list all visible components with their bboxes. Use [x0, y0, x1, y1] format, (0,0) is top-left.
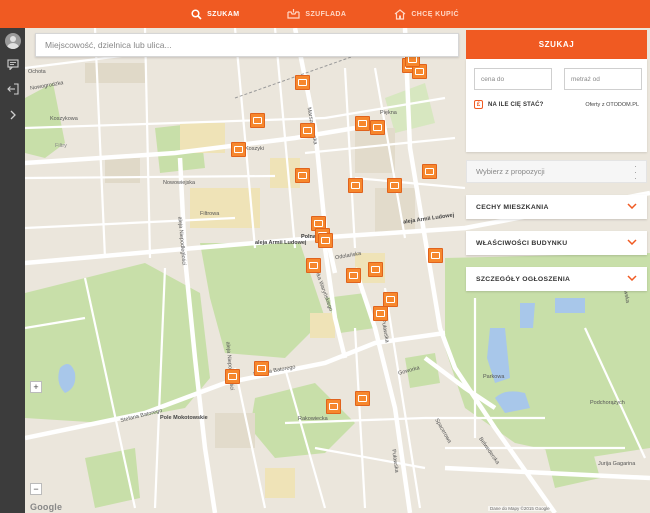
filter-panel: SZUKAJ £ NA ILE CIĘ STAĆ? Oferty z OTODO… — [466, 30, 647, 291]
listing-pin[interactable] — [428, 248, 443, 263]
map-label: Polna — [301, 234, 316, 240]
listing-pin[interactable] — [368, 262, 383, 277]
zoom-in-button[interactable]: + — [30, 381, 42, 393]
listing-pin[interactable] — [318, 233, 333, 248]
proposals-select[interactable]: Wybierz z propozycji · · · — [466, 160, 647, 183]
map-label: Piękna — [380, 110, 397, 116]
accordion-building-properties[interactable]: WŁAŚCIWOŚCI BUDYNKU — [466, 231, 647, 255]
map-label: Nowowiejska — [163, 180, 196, 186]
map-copyright[interactable]: Dane do Mapy ©2015 Google — [488, 506, 552, 511]
tab-chce-kupic[interactable]: CHCĘ KUPIĆ — [370, 0, 483, 28]
listing-pin[interactable] — [231, 142, 246, 157]
map-label: Koszyki — [245, 146, 264, 152]
listing-pin[interactable] — [355, 391, 370, 406]
listing-pin[interactable] — [250, 113, 265, 128]
map-label: Filtry — [55, 143, 67, 149]
price-to-input[interactable] — [474, 68, 552, 90]
offers-source-text: Oferty z OTODOM.PL — [585, 101, 639, 108]
top-navigation-bar: SZUKAM SZUFLADA CHCĘ KUPIĆ — [0, 0, 650, 28]
listing-pin[interactable] — [348, 178, 363, 193]
tab-szukam-label: SZUKAM — [207, 10, 240, 18]
tab-szukam[interactable]: SZUKAM — [167, 0, 263, 28]
accordion-label: CECHY MIESZKANIA — [476, 203, 549, 211]
map-label: Parkowa — [483, 374, 505, 380]
map-label: Jurija Gagarina — [598, 461, 636, 467]
house-icon — [394, 8, 406, 20]
accordion-listing-details[interactable]: SZCZEGÓŁY OGŁOSZENIA — [466, 267, 647, 291]
chevron-down-icon — [627, 203, 637, 211]
listing-pin[interactable] — [383, 292, 398, 307]
tab-chce-kupic-label: CHCĘ KUPIĆ — [411, 10, 459, 18]
calculator-icon[interactable]: £ — [474, 100, 483, 109]
tab-szuflada-label: SZUFLADA — [305, 10, 347, 18]
map-label: Ochota — [28, 69, 46, 75]
map-label: Koszykowa — [50, 116, 78, 122]
chevron-down-icon — [627, 239, 637, 247]
search-button[interactable]: SZUKAJ — [466, 30, 647, 59]
map-label: Filtrowa — [200, 211, 220, 217]
zoom-controls: + − — [30, 381, 42, 495]
accordion-label: WŁAŚCIWOŚCI BUDYNKU — [476, 239, 568, 247]
listing-pin[interactable] — [422, 164, 437, 179]
listing-pin[interactable] — [373, 306, 388, 321]
sidebar-item-profile[interactable] — [0, 28, 25, 53]
google-logo: Google — [30, 502, 63, 512]
map-label: Pole Mokotowskie — [160, 415, 208, 421]
price-filter-box: £ NA ILE CIĘ STAĆ? Oferty z OTODOM.PL — [466, 59, 647, 152]
location-search-input[interactable] — [36, 34, 458, 56]
map-label: Rakowiecka — [298, 416, 328, 422]
chevron-down-icon — [627, 275, 637, 283]
drawer-icon — [287, 9, 301, 19]
listing-pin[interactable] — [295, 168, 310, 183]
chat-icon — [6, 57, 19, 75]
listing-pin[interactable] — [346, 268, 361, 283]
listing-pin[interactable] — [295, 75, 310, 90]
afford-link[interactable]: NA ILE CIĘ STAĆ? — [488, 102, 544, 108]
sidebar-item-logout[interactable] — [0, 78, 25, 103]
location-search-box — [35, 33, 459, 57]
listing-pin[interactable] — [306, 258, 321, 273]
accordion-apartment-features[interactable]: CECHY MIESZKANIA — [466, 195, 647, 219]
logout-icon — [6, 82, 19, 100]
listing-pin[interactable] — [370, 120, 385, 135]
sidebar-item-messages[interactable] — [0, 53, 25, 78]
sidebar-item-expand[interactable] — [0, 103, 25, 128]
search-icon — [191, 8, 202, 20]
more-vertical-icon: · · · — [634, 160, 637, 183]
tab-szuflada[interactable]: SZUFLADA — [263, 0, 370, 28]
map-label: aleja Armii Ludowej — [255, 240, 307, 246]
listing-pin[interactable] — [300, 123, 315, 138]
avatar-icon — [4, 32, 21, 49]
map-label: Podchorążych — [590, 400, 625, 406]
proposals-placeholder: Wybierz z propozycji — [476, 167, 545, 176]
listing-pin[interactable] — [326, 399, 341, 414]
left-sidebar — [0, 28, 25, 513]
area-from-input[interactable] — [564, 68, 642, 90]
listing-pin[interactable] — [387, 178, 402, 193]
chevron-right-icon — [9, 107, 17, 125]
zoom-out-button[interactable]: − — [30, 483, 42, 495]
listing-pin[interactable] — [355, 116, 370, 131]
listing-pin[interactable] — [225, 369, 240, 384]
listing-pin[interactable] — [254, 361, 269, 376]
accordion-label: SZCZEGÓŁY OGŁOSZENIA — [476, 275, 571, 283]
